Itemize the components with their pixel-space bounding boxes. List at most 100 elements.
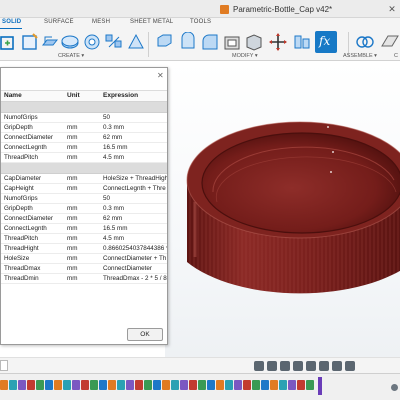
timeline-feature-icon[interactable] bbox=[135, 380, 143, 390]
press-pull-icon[interactable] bbox=[178, 32, 198, 52]
timeline-feature-icon[interactable] bbox=[27, 380, 35, 390]
timeline-feature-icon[interactable] bbox=[81, 380, 89, 390]
table-row[interactable]: ThreadDmin mm ThreadDmax - 2 * 5 / 8 bbox=[1, 273, 167, 284]
timeline-feature-icon[interactable] bbox=[108, 380, 116, 390]
display-settings-icon[interactable] bbox=[319, 361, 329, 371]
revolve-icon[interactable] bbox=[60, 32, 80, 52]
tab-solid[interactable]: SOLID bbox=[2, 19, 21, 25]
viewport-icon[interactable] bbox=[345, 361, 355, 371]
timeline-feature-icon[interactable] bbox=[234, 380, 242, 390]
ok-button[interactable]: OK bbox=[127, 328, 163, 341]
timeline-feature-icon[interactable] bbox=[189, 380, 197, 390]
move-icon[interactable] bbox=[268, 32, 288, 52]
table-row[interactable]: NumofGrips 50 bbox=[1, 193, 167, 204]
grid-icon[interactable] bbox=[332, 361, 342, 371]
bottle-cap-model[interactable] bbox=[165, 62, 400, 357]
table-row[interactable]: GripDepth mm 0.3 mm bbox=[1, 122, 167, 133]
zoom-icon[interactable] bbox=[293, 361, 303, 371]
document-tab[interactable]: Parametric-Bottle_Cap v42* bbox=[220, 2, 332, 16]
timeline-feature-icon[interactable] bbox=[171, 380, 179, 390]
close-tab-icon[interactable]: ✕ bbox=[387, 4, 397, 14]
extrude-tool-icon[interactable] bbox=[155, 32, 175, 52]
timeline-feature-icon[interactable] bbox=[297, 380, 305, 390]
plane-icon[interactable] bbox=[380, 32, 400, 52]
pattern-icon[interactable] bbox=[104, 32, 124, 52]
timeline-feature-icon[interactable] bbox=[162, 380, 170, 390]
chamfer-icon[interactable] bbox=[126, 32, 146, 52]
assemble-menu[interactable]: ASSEMBLE ▾ bbox=[343, 53, 377, 59]
timeline-feature-icon[interactable] bbox=[54, 380, 62, 390]
tab-tools[interactable]: TOOLS bbox=[190, 19, 211, 25]
pan-icon[interactable] bbox=[267, 361, 277, 371]
fit-icon[interactable] bbox=[306, 361, 316, 371]
timeline-feature-icon[interactable] bbox=[0, 380, 8, 390]
column-header-expression[interactable]: Expression bbox=[100, 91, 167, 102]
table-row[interactable]: GripDepth mm 0.3 mm bbox=[1, 203, 167, 214]
table-row[interactable]: NumofGrips 50 bbox=[1, 112, 167, 123]
parameter-group-row[interactable] bbox=[1, 162, 167, 174]
browser-panel-edge[interactable] bbox=[0, 360, 8, 371]
create-menu[interactable]: CREATE ▾ bbox=[58, 53, 84, 59]
timeline-feature-icon[interactable] bbox=[252, 380, 260, 390]
fusion-document-icon bbox=[220, 4, 229, 14]
table-row[interactable]: ThreadPitch mm 4.5 mm bbox=[1, 152, 167, 163]
timeline-feature-icon[interactable] bbox=[99, 380, 107, 390]
timeline-settings-icon[interactable] bbox=[391, 384, 398, 391]
joint-icon[interactable] bbox=[355, 32, 375, 52]
table-row[interactable]: ThreadHight mm 0.8660254037844386 * bbox=[1, 243, 167, 254]
timeline-feature-icon[interactable] bbox=[216, 380, 224, 390]
split-icon[interactable] bbox=[244, 32, 264, 52]
construct-menu[interactable]: C bbox=[394, 53, 398, 59]
tab-mesh[interactable]: MESH bbox=[92, 19, 110, 25]
timeline-feature-icon[interactable] bbox=[225, 380, 233, 390]
modify-menu[interactable]: MODIFY ▾ bbox=[232, 53, 258, 59]
dialog-close-icon[interactable]: ✕ bbox=[157, 71, 164, 80]
column-header-unit[interactable]: Unit bbox=[64, 91, 100, 102]
timeline-feature-icon[interactable] bbox=[180, 380, 188, 390]
timeline-feature-icon[interactable] bbox=[72, 380, 80, 390]
timeline-feature-icon[interactable] bbox=[9, 380, 17, 390]
timeline-feature-icon[interactable] bbox=[36, 380, 44, 390]
table-row[interactable]: ThreadPitch mm 4.5 mm bbox=[1, 233, 167, 244]
timeline-feature-icon[interactable] bbox=[18, 380, 26, 390]
parameters-fx-icon[interactable]: fx bbox=[315, 31, 337, 53]
table-row[interactable]: ConnectDiameter mm 62 mm bbox=[1, 213, 167, 224]
timeline-marker[interactable] bbox=[318, 377, 322, 395]
timeline-feature-icon[interactable] bbox=[279, 380, 287, 390]
canvas-viewport[interactable] bbox=[165, 62, 400, 357]
hole-icon[interactable] bbox=[82, 32, 102, 52]
timeline-feature-icon[interactable] bbox=[90, 380, 98, 390]
tab-surface[interactable]: SURFACE bbox=[44, 19, 74, 25]
timeline-feature-icon[interactable] bbox=[288, 380, 296, 390]
look-at-icon[interactable] bbox=[280, 361, 290, 371]
timeline-feature-icon[interactable] bbox=[126, 380, 134, 390]
orbit-icon[interactable] bbox=[254, 361, 264, 371]
table-row[interactable]: CapDiameter mm HoleSize + ThreadHight bbox=[1, 173, 167, 184]
timeline-feature-icon[interactable] bbox=[153, 380, 161, 390]
shell-icon[interactable] bbox=[222, 32, 242, 52]
timeline-feature-icon[interactable] bbox=[117, 380, 125, 390]
timeline-feature-icon[interactable] bbox=[63, 380, 71, 390]
timeline-feature-icon[interactable] bbox=[270, 380, 278, 390]
timeline-feature-icon[interactable] bbox=[198, 380, 206, 390]
table-row[interactable]: HoleSize mm ConnectDiameter + Th bbox=[1, 253, 167, 264]
table-row[interactable]: CapHeight mm ConnectLegnth + Thre bbox=[1, 183, 167, 194]
timeline-feature-icon[interactable] bbox=[243, 380, 251, 390]
timeline-feature-icon[interactable] bbox=[45, 380, 53, 390]
column-header-name[interactable]: Name bbox=[1, 91, 64, 102]
tab-sheet-metal[interactable]: SHEET METAL bbox=[130, 19, 173, 25]
parameter-group-row[interactable] bbox=[1, 101, 167, 113]
table-row[interactable]: ThreadDmax mm ConnectDiameter bbox=[1, 263, 167, 274]
new-component-icon[interactable] bbox=[0, 32, 20, 52]
extrude-icon[interactable] bbox=[40, 32, 60, 52]
timeline-feature-icon[interactable] bbox=[144, 380, 152, 390]
sketch-icon[interactable] bbox=[20, 32, 40, 52]
table-row[interactable]: ConnectLegnth mm 16.5 mm bbox=[1, 223, 167, 234]
fillet-icon[interactable] bbox=[200, 32, 220, 52]
table-row[interactable]: ConnectLegnth mm 16.5 mm bbox=[1, 142, 167, 153]
timeline-feature-icon[interactable] bbox=[261, 380, 269, 390]
table-row[interactable]: ConnectDiameter mm 62 mm bbox=[1, 132, 167, 143]
timeline-feature-icon[interactable] bbox=[207, 380, 215, 390]
align-icon[interactable] bbox=[292, 32, 312, 52]
timeline-feature-icon[interactable] bbox=[306, 380, 314, 390]
